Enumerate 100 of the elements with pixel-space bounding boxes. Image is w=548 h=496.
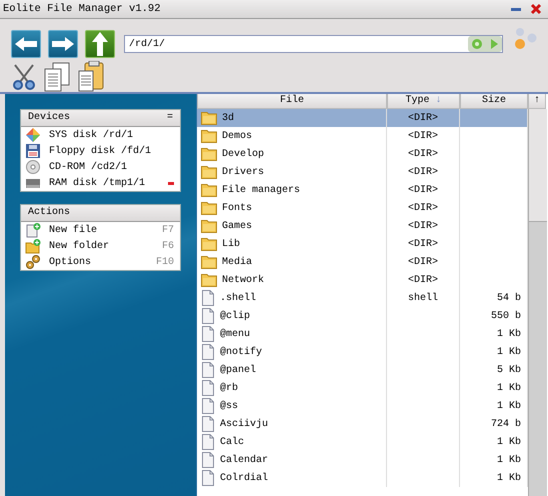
file-size: 550 b (490, 310, 521, 322)
file-type: <DIR> (408, 202, 438, 214)
file-row[interactable]: Colrdial 1 Kb (197, 469, 528, 487)
file-name: Asciivju (220, 418, 268, 430)
scrollbar-thumb[interactable] (529, 109, 547, 222)
action-label: New file (49, 224, 98, 236)
paste-icon[interactable] (77, 61, 105, 93)
shortcut-label: F7 (162, 224, 174, 236)
file-row[interactable]: @rb 1 Kb (197, 379, 528, 397)
file-row[interactable]: Asciivju 724 b (197, 415, 528, 433)
file-size: 1 Kb (496, 472, 521, 484)
file-name: @menu (220, 328, 250, 340)
file-name: Lib (222, 238, 240, 250)
new-folder-icon (25, 238, 41, 254)
file-row[interactable]: .shell shell 54 b (197, 289, 528, 307)
file-size: 1 Kb (496, 346, 521, 358)
column-header[interactable]: Size (460, 94, 528, 109)
up-arrow-icon (90, 30, 110, 58)
file-row[interactable]: Lib <DIR> (197, 235, 528, 253)
file-type: <DIR> (408, 220, 438, 232)
minus-icon[interactable] (168, 182, 174, 184)
file-row[interactable]: @ss 1 Kb (197, 397, 528, 415)
file-size: 1 Kb (496, 436, 521, 448)
document-icon (201, 308, 215, 324)
device-label: SYS disk /rd/1 (49, 130, 134, 140)
file-name: Games (222, 220, 252, 232)
panel-title: Actions (28, 207, 70, 219)
action-label: Options (49, 256, 92, 268)
folder-icon (201, 165, 217, 179)
up-button[interactable] (85, 30, 115, 58)
file-row[interactable]: File managers <DIR> (197, 181, 528, 199)
device-item[interactable]: CD-ROM /cd2/1 (21, 159, 180, 175)
file-size: 1 Kb (496, 400, 521, 412)
folder-icon (201, 201, 217, 215)
column-header[interactable]: File (197, 94, 387, 109)
file-name: @rb (220, 382, 238, 394)
file-name: Develop (222, 148, 264, 160)
folder-icon (201, 111, 217, 125)
file-size: 54 b (496, 292, 521, 304)
window-title: Eolite File Manager v1.92 (3, 3, 161, 15)
address-field[interactable]: /rd/1/ (124, 35, 503, 53)
folder-icon (201, 237, 217, 251)
file-type: <DIR> (408, 238, 438, 250)
file-row[interactable]: @panel 5 Kb (197, 361, 528, 379)
file-type: <DIR> (408, 184, 438, 196)
panel-menu-toggle[interactable]: = (166, 112, 173, 124)
file-name: @panel (220, 364, 256, 376)
close-button[interactable] (530, 3, 542, 15)
file-row[interactable]: Demos <DIR> (197, 127, 528, 145)
file-row[interactable]: Games <DIR> (197, 217, 528, 235)
file-name: Calendar (220, 454, 268, 466)
new-file-icon (25, 222, 41, 238)
file-name: @ss (220, 400, 238, 412)
copy-icon[interactable] (43, 62, 71, 92)
file-row[interactable]: @clip 550 b (197, 307, 528, 325)
file-name: 3d (222, 112, 234, 124)
document-icon (201, 362, 215, 378)
document-icon (201, 470, 215, 486)
shortcut-label: F10 (156, 256, 174, 268)
device-label: RAM disk /tmp1/1 (49, 178, 146, 188)
panel-title: Devices (28, 112, 70, 124)
action-item[interactable]: New file F7 (21, 222, 180, 238)
file-row[interactable]: @menu 1 Kb (197, 325, 528, 343)
file-row[interactable]: Network <DIR> (197, 271, 528, 289)
file-row[interactable]: Fonts <DIR> (197, 199, 528, 217)
document-icon (201, 290, 215, 306)
scroll-up-button[interactable]: ↑ (528, 94, 546, 109)
file-name: @notify (220, 346, 262, 358)
folder-icon (201, 255, 217, 269)
device-item[interactable]: Floppy disk /fd/1 (21, 143, 180, 159)
file-name: Drivers (222, 166, 264, 178)
disc-icon (25, 160, 41, 174)
folder-icon (201, 273, 217, 287)
file-size: 724 b (490, 418, 521, 430)
diamond-icon (25, 128, 41, 142)
file-row[interactable]: Calc 1 Kb (197, 433, 528, 451)
file-row[interactable]: Develop <DIR> (197, 145, 528, 163)
file-row[interactable]: @notify 1 Kb (197, 343, 528, 361)
document-icon (201, 452, 215, 468)
column-header[interactable]: Type ↓ (387, 94, 460, 109)
device-item[interactable]: SYS disk /rd/1 (21, 127, 180, 143)
forward-button[interactable] (48, 30, 78, 58)
folder-icon (201, 219, 217, 233)
file-name: Network (222, 274, 264, 286)
device-item[interactable]: RAM disk /tmp1/1 (21, 175, 180, 191)
device-label: CD-ROM /cd2/1 (49, 162, 128, 172)
file-type: <DIR> (408, 274, 438, 286)
action-item[interactable]: New folder F6 (21, 238, 180, 254)
file-row[interactable]: Media <DIR> (197, 253, 528, 271)
back-button[interactable] (11, 30, 41, 58)
file-row[interactable]: Calendar 1 Kb (197, 451, 528, 469)
scissors-icon[interactable] (11, 63, 37, 91)
action-item[interactable]: Options F10 (21, 254, 180, 270)
document-icon (201, 398, 215, 414)
file-name: Calc (220, 436, 244, 448)
document-icon (201, 416, 215, 432)
file-type: <DIR> (408, 112, 438, 124)
file-row[interactable]: Drivers <DIR> (197, 163, 528, 181)
document-icon (201, 434, 215, 450)
file-row[interactable]: 3d <DIR> (197, 109, 528, 127)
